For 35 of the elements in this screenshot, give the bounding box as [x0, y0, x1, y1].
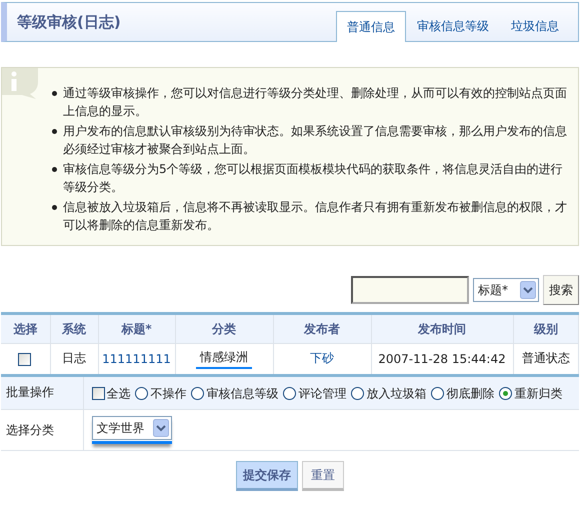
option-label: 评论管理: [298, 386, 346, 400]
column-header: 发布者: [273, 314, 371, 344]
row-label: 选择分类: [1, 410, 83, 451]
title-link[interactable]: 111111111: [102, 352, 171, 366]
reset-button[interactable]: 重置: [302, 461, 344, 492]
info-text: 审核信息等级分为5个等级，您可以根据页面模板模块代码的获取条件，将信息灵活自由的进行等级分类。: [63, 161, 564, 196]
info-text: 信息被放入垃圾箱后，信息将不再被读取显示。信息作者只有拥有重新发布被删信息的权限，才可以将删除的信息重新发布。: [63, 199, 568, 234]
page-title: 等级审核(日志): [17, 12, 121, 32]
option-label: 审核信息等级: [206, 386, 278, 400]
column-header: 系统: [50, 314, 98, 344]
field-dropdown[interactable]: 标题*: [473, 278, 539, 302]
author-link[interactable]: 下砂: [310, 351, 334, 366]
tab[interactable]: 普通信息: [336, 11, 406, 42]
info-text: 用户发布的信息默认审核级别为待审状态。如果系统设置了信息需要审核，那么用户发布的信息必须经过审核才被聚合到站点上面。: [63, 123, 568, 158]
column-header: 标题*: [98, 314, 175, 344]
table-cell: 普通状态: [513, 344, 578, 374]
search-button[interactable]: 搜索: [543, 275, 579, 305]
table-cell: 日志: [50, 344, 98, 374]
category-dropdown[interactable]: 文学世界: [92, 416, 172, 440]
category-text: 情感绿洲: [196, 348, 252, 369]
tab[interactable]: 垃圾信息: [500, 11, 570, 41]
info-text: 通过等级审核操作，您可以对信息进行等级分类处理、删除处理，从而可以有效的控制站点页面上信息的显示。: [63, 85, 568, 120]
column-header: 级别: [513, 314, 578, 344]
option-label: 重新归类: [514, 386, 562, 400]
column-header: 选择: [1, 314, 50, 344]
option-label: 不操作: [150, 386, 186, 400]
column-header: 分类: [175, 314, 273, 344]
option-label: 放入垃圾箱: [366, 386, 426, 400]
table-cell: 2007-11-28 15:44:42: [371, 344, 513, 374]
tab[interactable]: 审核信息等级: [406, 11, 500, 41]
option-label: 彻底删除: [446, 386, 494, 400]
row-label: 批量操作: [1, 375, 83, 410]
column-header: 发布时间: [371, 314, 513, 344]
option-label: 全选: [106, 386, 130, 400]
submit-button[interactable]: 提交保存: [236, 461, 298, 492]
